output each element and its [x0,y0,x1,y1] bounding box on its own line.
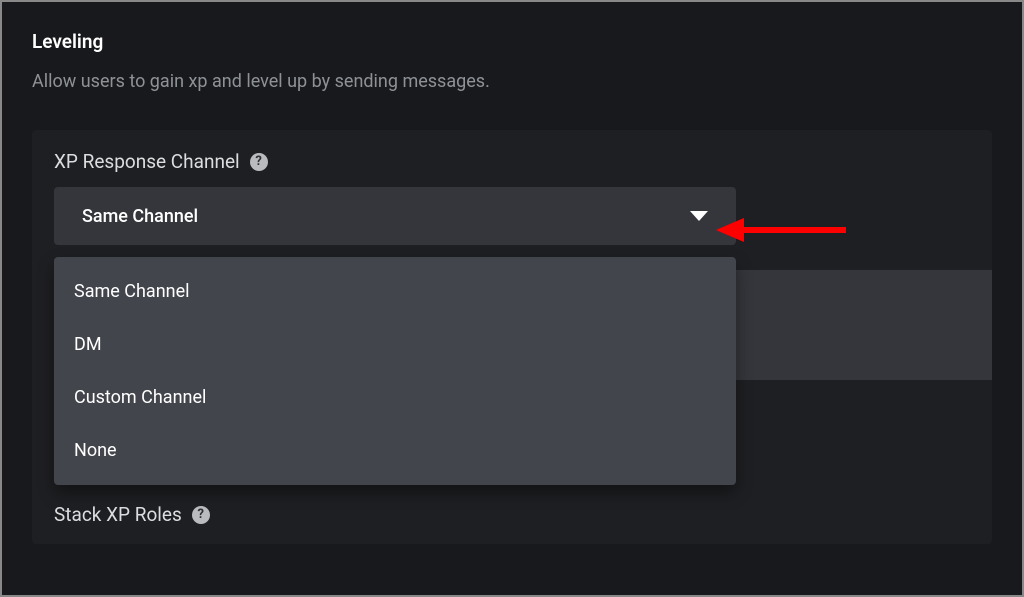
xp-response-channel-label: XP Response Channel [54,150,240,173]
help-icon[interactable]: ? [250,153,268,171]
stack-xp-roles-row: Stack XP Roles ? [32,503,992,544]
dropdown-option-custom-channel[interactable]: Custom Channel [54,371,736,424]
obscured-field: * [692,270,992,380]
xp-response-channel-select[interactable]: Same Channel [54,187,736,245]
dropdown-option-none[interactable]: None [54,424,736,477]
settings-panel: XP Response Channel ? Same Channel Same … [32,130,992,544]
dropdown-menu: Same Channel DM Custom Channel None [54,257,736,485]
section-description: Allow users to gain xp and level up by s… [32,71,992,92]
stack-xp-roles-label: Stack XP Roles [54,503,182,526]
chevron-down-icon [690,211,708,221]
arrow-annotation-icon [716,210,856,250]
select-value: Same Channel [82,206,198,227]
dropdown-option-same-channel[interactable]: Same Channel [54,265,736,318]
help-icon[interactable]: ? [192,506,210,524]
field-label-row: XP Response Channel ? [32,150,992,173]
dropdown-option-dm[interactable]: DM [54,318,736,371]
section-title: Leveling [32,30,992,53]
